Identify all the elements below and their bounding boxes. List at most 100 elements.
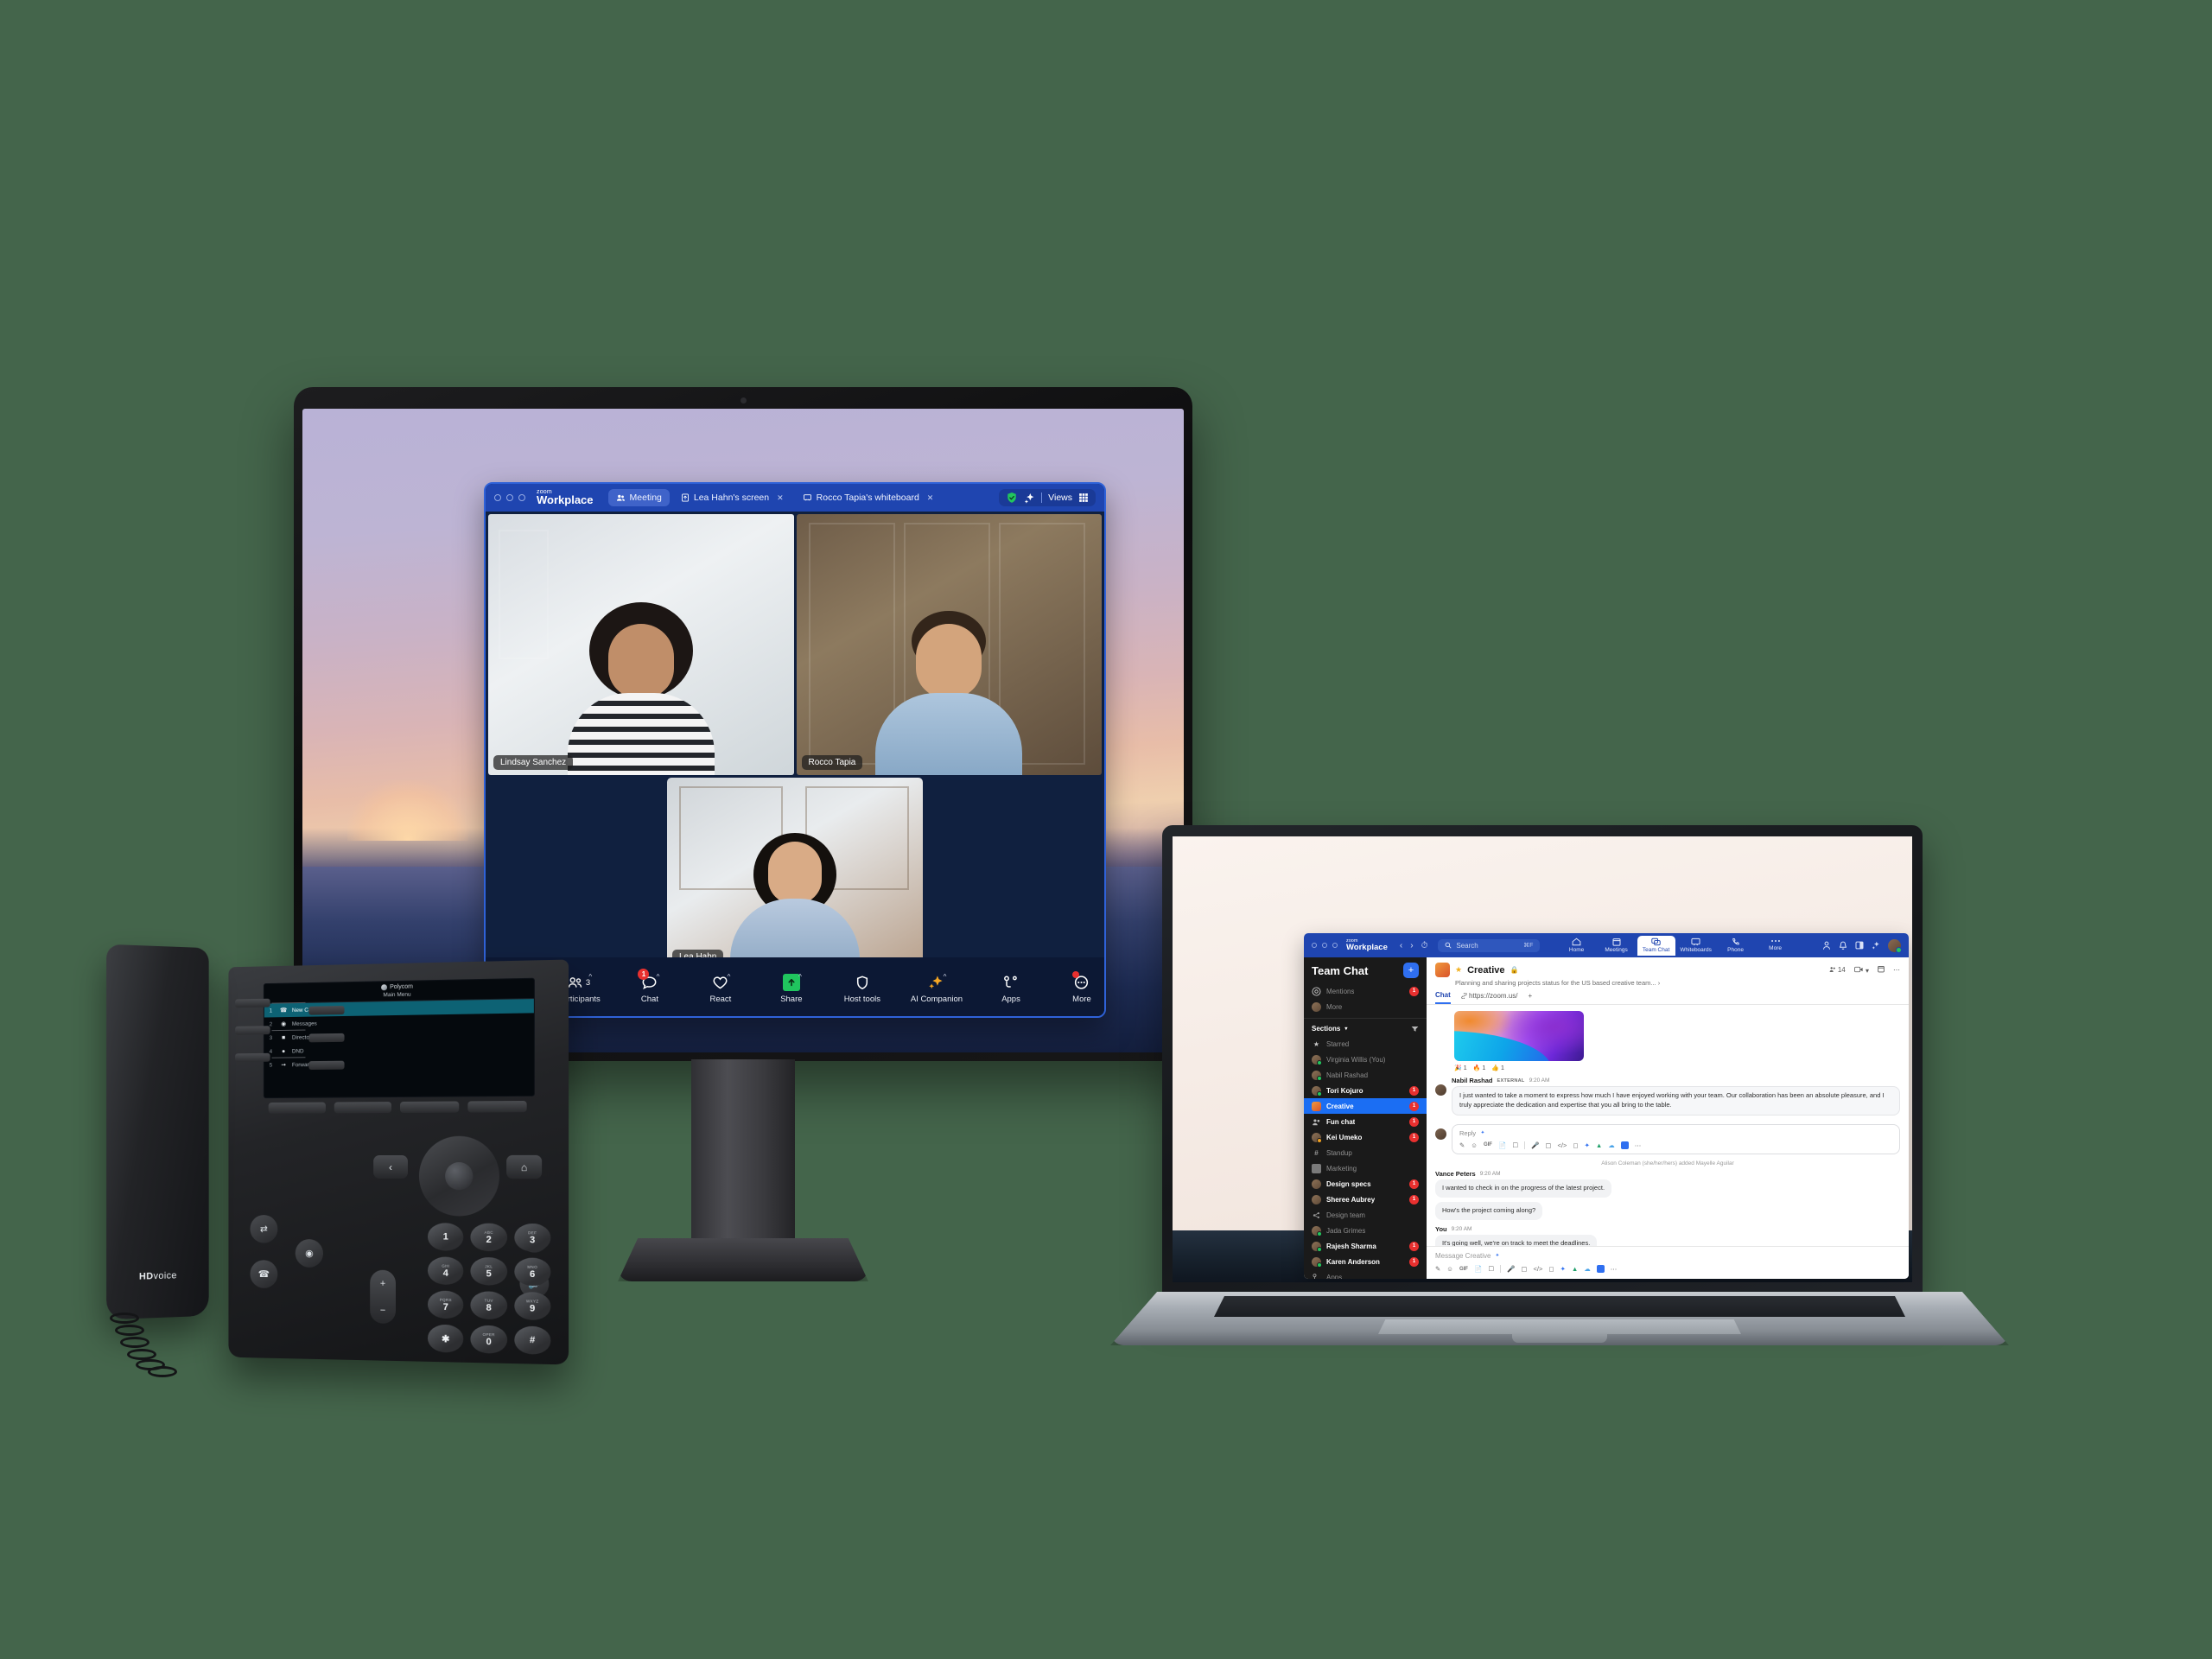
sidebar-item-apps[interactable]: Apps: [1304, 1269, 1427, 1279]
ai-sparkle-icon[interactable]: [1479, 1130, 1485, 1136]
history-clock-icon[interactable]: ⏱: [1421, 941, 1428, 950]
cloud-icon[interactable]: ☁: [1608, 1141, 1615, 1149]
close-icon[interactable]: ✕: [927, 493, 934, 503]
keypad-key[interactable]: ✱: [427, 1324, 464, 1353]
sidebar-item-nabil-rashad[interactable]: Nabil Rashad: [1304, 1067, 1427, 1083]
more-dots-icon[interactable]: ⋯: [1611, 1265, 1618, 1273]
chevron-down-icon[interactable]: ▾: [1344, 1026, 1347, 1032]
reaction-chip[interactable]: 👍 1: [1491, 1065, 1504, 1072]
code-icon[interactable]: </>: [1557, 1141, 1567, 1149]
toolbar-ai-companion-button[interactable]: ^ AI Companion: [911, 973, 963, 1004]
line-key[interactable]: [308, 1006, 345, 1015]
filter-icon[interactable]: [1411, 1026, 1419, 1033]
sidebar-item-karen-anderson[interactable]: Karen Anderson 1: [1304, 1254, 1427, 1269]
transfer-button[interactable]: ⇄: [250, 1214, 278, 1243]
contacts-icon[interactable]: [1822, 941, 1831, 950]
channel-tab-chat[interactable]: Chat: [1435, 991, 1451, 1004]
nav-tab-meetings[interactable]: Meetings: [1598, 936, 1636, 956]
app-icon[interactable]: [1620, 1141, 1629, 1149]
laptop-keyboard[interactable]: [1214, 1296, 1905, 1317]
cloud-icon[interactable]: ☁: [1584, 1265, 1591, 1273]
sidebar-item-design-team[interactable]: Design team: [1304, 1207, 1427, 1223]
video-icon[interactable]: ▾: [1853, 966, 1869, 975]
video-tile-lindsay[interactable]: Lindsay Sanchez: [488, 514, 794, 775]
sidebar-item-mentions[interactable]: Mentions 1: [1304, 983, 1427, 999]
chevron-up-icon[interactable]: ^: [728, 973, 731, 981]
hold-button[interactable]: ☎: [250, 1260, 278, 1289]
views-label[interactable]: Views: [1048, 493, 1072, 503]
keypad-key[interactable]: MNO 6: [513, 1257, 551, 1287]
line-key[interactable]: [235, 1026, 270, 1035]
video-message-icon[interactable]: ▢: [1521, 1265, 1527, 1273]
google-drive-icon[interactable]: ▲: [1596, 1141, 1602, 1149]
toolbar-chat-button[interactable]: 1 ^ Chat: [627, 969, 672, 1004]
sidebar-item-fun-chat[interactable]: Fun chat 1: [1304, 1114, 1427, 1129]
keypad-key[interactable]: #: [513, 1325, 551, 1355]
line-key[interactable]: [308, 1033, 345, 1043]
nav-tab-more[interactable]: More: [1757, 936, 1795, 956]
audio-icon[interactable]: 🎤: [1507, 1265, 1515, 1273]
gif-icon[interactable]: GIF: [1459, 1267, 1468, 1272]
line-key[interactable]: [235, 1052, 270, 1063]
sidebar-item-tori-kojuro[interactable]: Tori Kojuro 1: [1304, 1083, 1427, 1098]
chevron-up-icon[interactable]: ^: [798, 973, 802, 981]
nav-tab-whiteboards[interactable]: Whiteboards: [1677, 936, 1715, 956]
code-icon[interactable]: </>: [1533, 1265, 1542, 1273]
chevron-up-icon[interactable]: ^: [944, 973, 947, 981]
calendar-icon[interactable]: [1878, 965, 1885, 975]
tab-rocco-whiteboard[interactable]: Rocco Tapia's whiteboard ✕: [795, 489, 942, 506]
tab-meeting[interactable]: Meeting: [607, 489, 670, 506]
phone-handset[interactable]: HDvoice: [106, 944, 209, 1320]
keypad-key[interactable]: 1: [427, 1223, 464, 1251]
nav-tab-team-chat[interactable]: Team Chat: [1637, 935, 1675, 956]
toolbar-host-tools-button[interactable]: Host tools: [840, 973, 885, 1004]
keypad-key[interactable]: PQRS 7: [427, 1290, 464, 1319]
shield-check-icon[interactable]: [1006, 492, 1018, 504]
format-icon[interactable]: ✎: [1459, 1141, 1465, 1149]
reaction-chip[interactable]: 🎉 1: [1454, 1065, 1467, 1072]
more-dots-icon[interactable]: ⋯: [1635, 1141, 1642, 1149]
screenshare-icon[interactable]: ◻: [1573, 1141, 1578, 1149]
keypad-key[interactable]: WXYZ 9: [513, 1291, 551, 1321]
grid-view-icon[interactable]: [1078, 493, 1089, 503]
nav-tab-phone[interactable]: Phone: [1717, 936, 1755, 956]
screenshare-icon[interactable]: ◻: [1548, 1265, 1554, 1273]
avatar[interactable]: [1887, 938, 1902, 953]
phone-softkeys[interactable]: [268, 1100, 527, 1114]
sidebar-item-design-specs[interactable]: Design specs 1: [1304, 1176, 1427, 1192]
ai-sparkle-icon[interactable]: [1872, 941, 1880, 950]
bell-icon[interactable]: [1839, 941, 1847, 950]
format-icon[interactable]: ✎: [1435, 1265, 1440, 1273]
chevron-up-icon[interactable]: ^: [657, 973, 660, 981]
keypad-key[interactable]: ABC 2: [470, 1223, 507, 1252]
nav-tab-home[interactable]: Home: [1558, 936, 1596, 956]
back-button[interactable]: ‹: [373, 1154, 408, 1179]
sidebar-item-kei-umeko[interactable]: Kei Umeko 1: [1304, 1129, 1427, 1145]
toolbar-react-button[interactable]: ^ React: [698, 973, 743, 1004]
ai-sparkle-icon[interactable]: [1494, 1253, 1500, 1259]
keypad-key[interactable]: OPER 0: [470, 1325, 507, 1354]
ai-sparkle-icon[interactable]: ✦: [1585, 1141, 1590, 1149]
emoji-icon[interactable]: ☺: [1471, 1141, 1478, 1149]
video-message-icon[interactable]: ▢: [1545, 1141, 1551, 1149]
sidebar-sections-header[interactable]: Sections ▾: [1304, 1018, 1427, 1036]
file-icon[interactable]: 📄: [1474, 1265, 1482, 1273]
sidebar-item-marketing[interactable]: Marketing: [1304, 1160, 1427, 1176]
toolbar-more-button[interactable]: More: [1059, 971, 1104, 1004]
volume-up-icon[interactable]: +: [380, 1278, 385, 1288]
line-key[interactable]: [308, 1060, 345, 1071]
forward-icon[interactable]: ›: [1410, 941, 1413, 950]
reaction-chip[interactable]: 🔥 1: [1473, 1065, 1486, 1072]
window-controls[interactable]: [1312, 943, 1338, 948]
chevron-up-icon[interactable]: ^: [588, 973, 592, 981]
sidebar-item-sheree-aubrey[interactable]: Sheree Aubrey 1: [1304, 1192, 1427, 1207]
voicemail-button[interactable]: ◉: [295, 1238, 324, 1268]
emoji-icon[interactable]: ☺: [1446, 1265, 1453, 1273]
audio-icon[interactable]: 🎤: [1531, 1141, 1539, 1149]
channel-tab-link[interactable]: https://zoom.us/: [1461, 992, 1517, 1003]
keypad-key[interactable]: DEF 3: [513, 1223, 551, 1252]
google-drive-icon[interactable]: ▲: [1572, 1265, 1578, 1273]
message-attachment-image[interactable]: [1454, 1011, 1584, 1061]
sidebar-item-rajesh-sharma[interactable]: Rajesh Sharma 1: [1304, 1238, 1427, 1254]
window-controls[interactable]: [494, 494, 525, 501]
